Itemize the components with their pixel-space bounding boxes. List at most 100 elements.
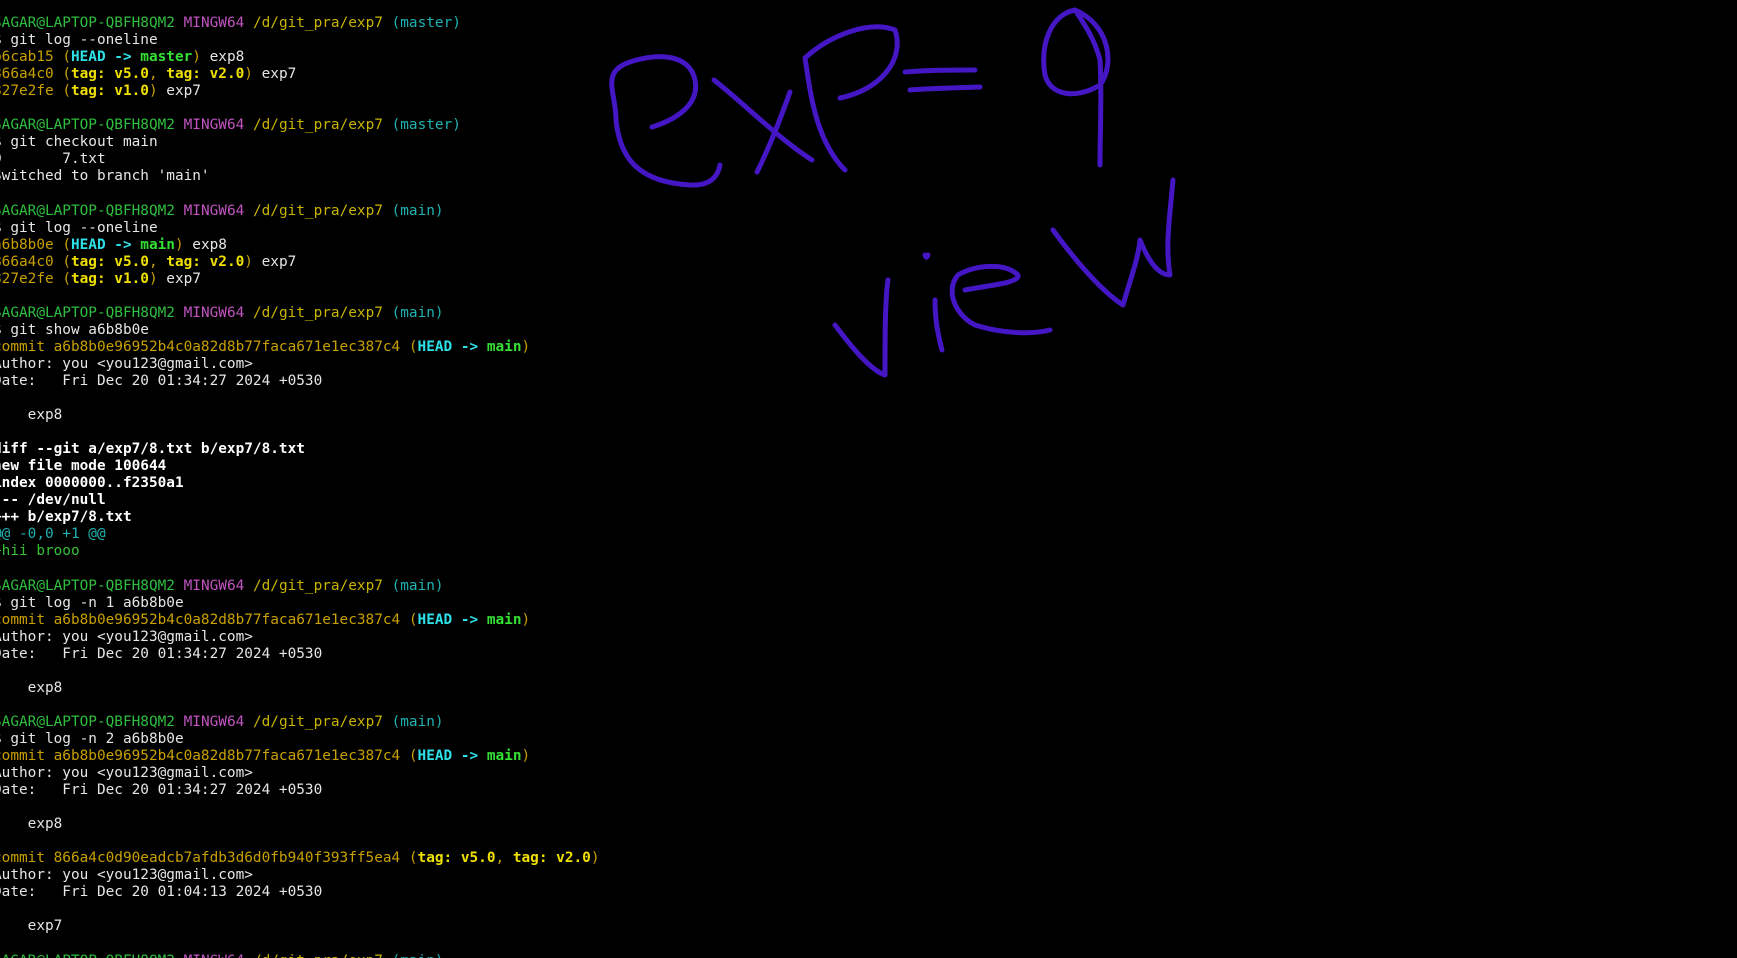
- terminal-text-segment: HEAD ->: [417, 338, 487, 355]
- terminal-line: index 0000000..f2350a1: [0, 475, 1737, 492]
- terminal-line: Date: Fri Dec 20 01:34:27 2024 +0530: [0, 782, 1737, 799]
- terminal-window[interactable]: SAGAR@LAPTOP-QBFH8QM2 MINGW64 /d/git_pra…: [0, 0, 1737, 958]
- terminal-text-segment: tag: v5.0: [417, 850, 496, 867]
- terminal-text-segment: (: [400, 611, 418, 628]
- terminal-text-segment: ): [148, 270, 158, 287]
- terminal-text-segment: /d/git_pra/exp7: [252, 15, 383, 31]
- terminal-text-segment: diff --git a/exp7/8.txt b/exp7/8.txt: [0, 441, 305, 458]
- terminal-text-segment: tag: v5.0: [70, 66, 149, 83]
- terminal-text-segment: Date: Fri Dec 20 01:04:13 2024 +0530: [0, 884, 323, 901]
- terminal-text-segment: Author: you <you123@gmail.com>: [0, 867, 253, 884]
- terminal-line: commit a6b8b0e96952b4c0a82d8b77faca671e1…: [0, 748, 1737, 765]
- terminal-text-segment: SAGAR@LAPTOP-QBFH8QM2: [0, 713, 175, 730]
- terminal-text-segment: ): [192, 49, 201, 66]
- terminal-text-segment: HEAD ->: [70, 236, 141, 253]
- terminal-text-segment: $ git log --oneline: [0, 219, 158, 236]
- terminal-text-segment: ): [244, 66, 253, 83]
- terminal-line: a6b8b0e (HEAD -> main) exp8: [0, 237, 1737, 254]
- terminal-text-segment: main: [486, 748, 522, 765]
- terminal-text-segment: MINGW64: [183, 202, 245, 219]
- terminal-text-segment: /d/git_pra/exp7: [252, 304, 383, 321]
- terminal-text-segment: (: [53, 236, 71, 253]
- terminal-text-segment: MINGW64: [184, 953, 245, 958]
- terminal-text-segment: ,: [148, 253, 167, 270]
- terminal-text-segment: ,: [495, 850, 513, 867]
- terminal-text-segment: (main): [391, 202, 444, 219]
- terminal-line: +hii brooo: [0, 543, 1737, 560]
- terminal-text-segment: /d/git_pra/exp7: [253, 953, 383, 958]
- terminal-text-segment: (: [53, 253, 71, 270]
- terminal-line: Author: you <you123@gmail.com>: [0, 356, 1737, 373]
- terminal-line: Author: you <you123@gmail.com>: [0, 867, 1737, 884]
- terminal-text-segment: tag: v5.0: [70, 253, 149, 270]
- terminal-text-segment: exp8: [200, 49, 245, 66]
- terminal-line: 827e2fe (tag: v1.0) exp7: [0, 271, 1737, 288]
- terminal-text-segment: new file mode 100644: [0, 458, 167, 475]
- terminal-text-segment: ): [148, 83, 158, 100]
- terminal-output[interactable]: SAGAR@LAPTOP-QBFH8QM2 MINGW64 /d/git_pra…: [0, 15, 1737, 958]
- terminal-text-segment: (main): [391, 577, 444, 594]
- terminal-text-segment: Date: Fri Dec 20 01:34:27 2024 +0530: [0, 372, 323, 389]
- terminal-text-segment: commit a6b8b0e96952b4c0a82d8b77faca671e1…: [0, 611, 401, 628]
- terminal-text-segment: /d/git_pra/exp7: [252, 202, 383, 219]
- terminal-text-segment: Date: Fri Dec 20 01:34:27 2024 +0530: [0, 782, 323, 799]
- terminal-text-segment: tag: v2.0: [512, 850, 591, 867]
- terminal-text-segment: +hii brooo: [0, 543, 80, 560]
- terminal-text-segment: SAGAR@LAPTOP-QBFH8QM2: [0, 953, 175, 958]
- terminal-line: SAGAR@LAPTOP-QBFH8QM2 MINGW64 /d/git_pra…: [0, 203, 1737, 220]
- terminal-line: +++ b/exp7/8.txt: [0, 509, 1737, 526]
- terminal-text-segment: MINGW64: [183, 713, 245, 730]
- terminal-line: SAGAR@LAPTOP-QBFH8QM2 MINGW64 /d/git_pra…: [0, 578, 1737, 595]
- terminal-text-segment: Switched to branch 'main': [0, 168, 210, 185]
- terminal-text-segment: $ git log -n 1 a6b8b0e: [0, 594, 184, 611]
- terminal-text-segment: 827e2fe: [0, 83, 54, 100]
- terminal-text-segment: SAGAR@LAPTOP-QBFH8QM2: [0, 577, 175, 594]
- terminal-text-segment: MINGW64: [183, 577, 245, 594]
- terminal-text-segment: (: [53, 66, 71, 83]
- terminal-text-segment: (: [400, 338, 418, 355]
- terminal-text-segment: exp8: [183, 236, 227, 253]
- terminal-text-segment: ,: [148, 66, 167, 83]
- terminal-line: $ git log --oneline: [0, 220, 1737, 237]
- terminal-text-segment: main: [486, 611, 522, 628]
- terminal-line: SAGAR@LAPTOP-QBFH8QM2 MINGW64 /d/git_pra…: [0, 305, 1737, 322]
- terminal-text-segment: exp7: [27, 918, 63, 935]
- terminal-text-segment: $ git log --oneline: [0, 32, 158, 49]
- terminal-text-segment: (: [53, 270, 71, 287]
- terminal-text-segment: tag: v2.0: [166, 253, 245, 270]
- terminal-line: exp8: [0, 816, 1737, 833]
- terminal-text-segment: 827e2fe: [0, 270, 54, 287]
- terminal-text-segment: $ git show a6b8b0e: [0, 321, 149, 338]
- terminal-line: SAGAR@LAPTOP-QBFH8QM2 MINGW64 /d/git_pra…: [0, 15, 1737, 32]
- terminal-text-segment: SAGAR@LAPTOP-QBFH8QM2: [0, 202, 175, 219]
- terminal-text-segment: master: [140, 49, 193, 66]
- terminal-text-segment: MINGW64: [183, 304, 245, 321]
- terminal-line: @@ -0,0 +1 @@: [0, 526, 1737, 543]
- terminal-text-segment: +++ b/exp7/8.txt: [0, 509, 132, 526]
- terminal-text-segment: tag: v1.0: [70, 83, 149, 100]
- terminal-line: 827e2fe (tag: v1.0) exp7: [0, 83, 1737, 100]
- terminal-text-segment: (: [53, 83, 71, 100]
- terminal-text-segment: @@ -0,0 +1 @@: [0, 526, 106, 543]
- terminal-text-segment: $ git log -n 2 a6b8b0e: [0, 730, 184, 747]
- terminal-text-segment: /d/git_pra/exp7: [252, 713, 383, 730]
- terminal-text-segment: (main): [391, 713, 444, 730]
